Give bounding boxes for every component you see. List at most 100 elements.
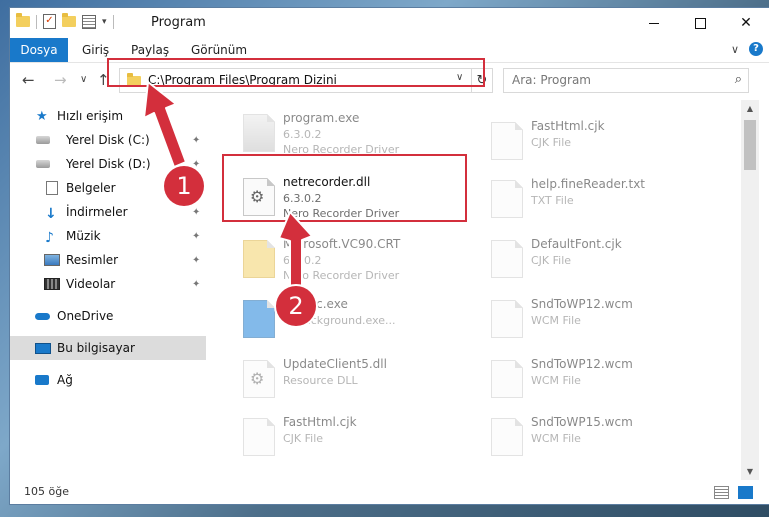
file-name: help.fineReader.txt (531, 177, 645, 191)
file-type: CJK File (531, 136, 572, 149)
minimize-icon (649, 22, 659, 24)
scroll-thumb[interactable] (744, 120, 756, 170)
music-icon: ♪ (45, 229, 54, 246)
sidebar-item-label: Resimler (66, 253, 119, 267)
back-button[interactable]: ← (22, 71, 35, 89)
file-name: FastHtml.cjk (283, 415, 357, 429)
file-tile[interactable]: UpdateClient5.dll Resource DLL (217, 352, 457, 408)
sidebar-item-label: OneDrive (57, 309, 114, 323)
search-input[interactable]: Ara: Program ⌕ (503, 68, 749, 93)
address-highlight-box (107, 58, 485, 87)
star-icon: ★ (36, 108, 48, 124)
disk-icon (36, 160, 50, 168)
step-1-badge: 1 (164, 166, 204, 206)
file-name: FastHtml.cjk (531, 119, 605, 133)
maximize-button[interactable] (677, 8, 723, 38)
file-tile[interactable]: DefaultFont.cjk CJK File (465, 232, 705, 288)
file-type: WCM File (531, 432, 581, 445)
customize-toolbar-chevron-icon[interactable]: ▾ (102, 17, 107, 27)
file-icon (243, 418, 275, 456)
folder-icon (16, 13, 30, 27)
recent-locations-chevron-icon[interactable]: ∨ (80, 74, 87, 85)
blue-app-icon (243, 300, 275, 338)
help-icon[interactable]: ? (749, 42, 763, 56)
sidebar-item-onedrive[interactable]: OneDrive (10, 304, 206, 328)
pin-icon[interactable]: ✦ (192, 207, 200, 218)
file-icon (491, 300, 523, 338)
file-type: CJK File (283, 432, 324, 445)
new-folder-icon[interactable] (62, 13, 76, 27)
vertical-scrollbar[interactable]: ▲ ▼ (741, 100, 759, 480)
file-tile[interactable]: SndToWP12.wcm WCM File (465, 352, 705, 408)
title-bar: ✓ ▾ Program ✕ (10, 8, 769, 38)
file-tile[interactable]: SndToWP12.wcm WCM File (465, 292, 705, 348)
folder-icon (243, 240, 275, 278)
sidebar-item-this-pc[interactable]: Bu bilgisayar (10, 336, 206, 360)
file-name: DefaultFont.cjk (531, 237, 622, 251)
scroll-up-arrow-icon[interactable]: ▲ (741, 100, 759, 117)
exe-icon (243, 114, 275, 152)
sidebar-item-label: Videolar (66, 277, 116, 291)
disk-icon (36, 136, 50, 144)
step-2-badge: 2 (276, 286, 316, 326)
download-icon: ↓ (45, 205, 57, 222)
file-tile[interactable]: help.fineReader.txt TXT File (465, 172, 705, 228)
pin-icon[interactable]: ✦ (192, 279, 200, 290)
file-tile[interactable]: FastHtml.cjk CJK File (217, 410, 457, 466)
document-icon (46, 181, 58, 195)
expand-ribbon-chevron-icon[interactable]: ∨ (731, 43, 739, 56)
gear-file-icon (243, 360, 275, 398)
toolbar-divider (112, 14, 114, 29)
video-icon (44, 278, 60, 290)
forward-button[interactable]: → (54, 71, 67, 89)
sidebar-item-label: Hızlı erişim (57, 109, 124, 123)
scroll-down-arrow-icon[interactable]: ▼ (741, 463, 759, 480)
properties-check-icon[interactable]: ✓ (43, 14, 56, 29)
file-highlight-box (222, 154, 467, 222)
file-type: Resource DLL (283, 374, 358, 387)
file-tile[interactable]: FastHtml.cjk CJK File (465, 114, 705, 170)
sidebar-item-label: Belgeler (66, 181, 116, 195)
file-icon (491, 122, 523, 160)
file-version: 6.3.0.2 (283, 128, 322, 141)
close-icon: ✕ (740, 15, 752, 31)
file-tile[interactable]: ...Exec.exe ... background.exe... (217, 292, 457, 348)
pin-icon[interactable]: ✦ (192, 231, 200, 242)
tab-file[interactable]: Dosya (10, 38, 68, 62)
navigation-pane: ★ Hızlı erişim Yerel Disk (C:) ✦ Yerel D… (10, 100, 206, 480)
file-icon (491, 180, 523, 218)
properties-icon[interactable] (82, 14, 96, 29)
sidebar-item-label: Ağ (57, 373, 73, 387)
file-icon (491, 360, 523, 398)
close-button[interactable]: ✕ (723, 8, 769, 38)
file-type: TXT File (531, 194, 574, 207)
tab-home[interactable]: Giriş (82, 38, 109, 62)
search-icon: ⌕ (734, 72, 742, 87)
file-name: SndToWP15.wcm (531, 415, 633, 429)
computer-icon (35, 342, 51, 354)
cloud-icon (35, 312, 50, 320)
sidebar-item-pictures[interactable]: Resimler ✦ (10, 248, 206, 272)
file-tile[interactable]: Microsoft.VC90.CRT 6.3.0.2 Nero Recorder… (217, 232, 457, 288)
pin-icon[interactable]: ✦ (192, 135, 200, 146)
sidebar-item-network[interactable]: Ağ (10, 368, 206, 392)
file-type: WCM File (531, 314, 581, 327)
file-tile[interactable]: SndToWP15.wcm WCM File (465, 410, 705, 466)
sidebar-item-quick-access[interactable]: ★ Hızlı erişim (10, 104, 206, 128)
status-bar: 105 öğe (10, 480, 769, 504)
sidebar-item-videos[interactable]: Videolar ✦ (10, 272, 206, 296)
window-title: Program (151, 15, 206, 30)
item-count: 105 öğe (24, 485, 69, 498)
tiles-view-icon[interactable] (738, 486, 753, 499)
file-name: Microsoft.VC90.CRT (283, 237, 401, 251)
pin-icon[interactable]: ✦ (192, 255, 200, 266)
file-name: SndToWP12.wcm (531, 297, 633, 311)
maximize-icon (694, 17, 706, 29)
minimize-button[interactable] (631, 8, 677, 38)
sidebar-item-local-disk-c[interactable]: Yerel Disk (C:) ✦ (10, 128, 206, 152)
search-placeholder: Ara: Program (512, 73, 591, 87)
file-icon (491, 240, 523, 278)
details-view-icon[interactable] (714, 486, 729, 499)
sidebar-item-music[interactable]: ♪ Müzik ✦ (10, 224, 206, 248)
file-name: UpdateClient5.dll (283, 357, 387, 371)
